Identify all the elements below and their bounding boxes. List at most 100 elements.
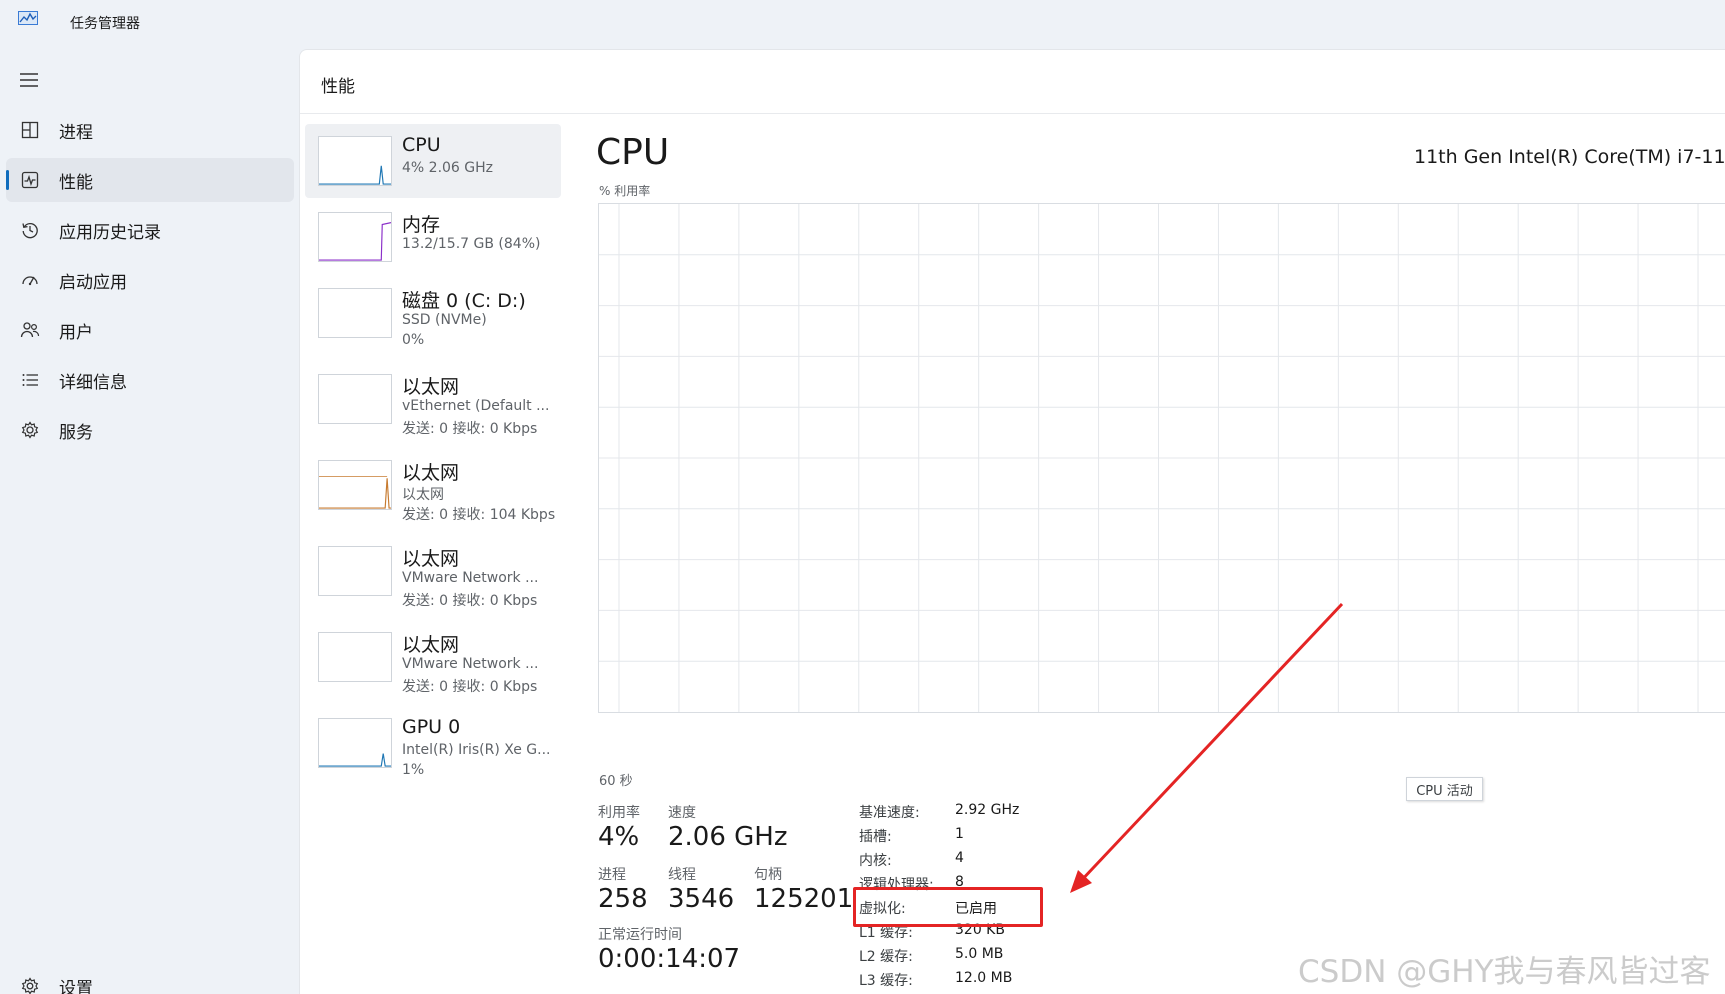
main-panel: 性能 CPU 4% 2.06 GHz 内存 13.2/15.7 GB (84%)… xyxy=(299,49,1725,994)
speed-label: 速度 xyxy=(668,805,696,821)
device-detail: 4% 2.06 GHz xyxy=(402,160,494,176)
device-name: GPU 0 xyxy=(402,716,461,738)
device-detail: vEthernet (Default ... xyxy=(402,398,550,414)
uptime-value: 0:00:14:07 xyxy=(598,944,741,974)
sidebar-item-label: 性能 xyxy=(59,172,93,193)
device-detail: Intel(R) Iris(R) Xe G... xyxy=(402,742,551,758)
device-detail: 13.2/15.7 GB (84%) xyxy=(402,236,541,252)
graph-grid xyxy=(599,204,1725,712)
csdn-watermark: CSDN @GHY我与春风皆过客 xyxy=(1298,954,1711,990)
device-detail: 0% xyxy=(402,332,425,348)
uptime-label: 正常运行时间 xyxy=(598,927,682,943)
device-detail: 以太网 xyxy=(402,487,444,503)
device-name: 以太网 xyxy=(402,548,460,570)
history-icon xyxy=(20,220,40,240)
device-thumbnail-graph xyxy=(318,136,392,186)
device-name: 以太网 xyxy=(402,634,460,656)
device-ethernet-main[interactable]: 以太网 以太网 发送: 0 接收: 104 Kbps xyxy=(305,448,561,523)
window-title: 任务管理器 xyxy=(70,16,140,32)
sidebar-item-label: 进程 xyxy=(59,122,93,143)
device-name: 以太网 xyxy=(402,462,460,484)
device-detail: 发送: 0 接收: 0 Kbps xyxy=(402,593,538,609)
spec-key-sockets: 插槽: xyxy=(859,829,892,845)
spec-key-l3-cache: L3 缓存: xyxy=(859,973,913,989)
sidebar-item-startup-apps[interactable]: 启动应用 xyxy=(6,258,294,302)
device-detail: SSD (NVMe) xyxy=(402,312,487,328)
device-name: 以太网 xyxy=(402,376,460,398)
spec-value-cores: 4 xyxy=(955,850,964,866)
task-manager-app-icon xyxy=(18,10,38,25)
spec-key-base-speed: 基准速度: xyxy=(859,805,920,821)
threads-label: 线程 xyxy=(668,867,696,883)
device-ethernet-vmware-1[interactable]: 以太网 VMware Network ... 发送: 0 接收: 0 Kbps xyxy=(305,534,561,609)
cpu-model-name: 11th Gen Intel(R) Core(TM) i7-11 xyxy=(1414,146,1725,168)
device-thumbnail-graph xyxy=(318,632,392,682)
sidebar-item-app-history[interactable]: 应用历史记录 xyxy=(6,208,294,252)
spec-value-sockets: 1 xyxy=(955,826,964,842)
device-gpu-0[interactable]: GPU 0 Intel(R) Iris(R) Xe G... 1% xyxy=(305,706,561,780)
device-detail: 发送: 0 接收: 0 Kbps xyxy=(402,421,538,437)
device-disk-0[interactable]: 磁盘 0 (C: D:) SSD (NVMe) 0% xyxy=(305,276,561,350)
active-indicator xyxy=(6,170,9,190)
utilization-label: 利用率 xyxy=(598,805,640,821)
sidebar-item-performance[interactable]: 性能 xyxy=(6,158,294,202)
sidebar-item-label: 服务 xyxy=(59,422,93,443)
virtualization-highlight-box xyxy=(853,887,1043,927)
sidebar-item-processes[interactable]: 进程 xyxy=(6,108,294,152)
startup-icon xyxy=(20,270,40,290)
device-ethernet-vethernet[interactable]: 以太网 vEthernet (Default ... 发送: 0 接收: 0 K… xyxy=(305,362,561,437)
sidebar-item-label: 启动应用 xyxy=(59,272,127,293)
device-cpu[interactable]: CPU 4% 2.06 GHz xyxy=(305,124,561,198)
spec-key-l2-cache: L2 缓存: xyxy=(859,949,913,965)
sidebar-item-label: 详细信息 xyxy=(59,372,127,393)
utilization-value: 4% xyxy=(598,822,640,852)
device-thumbnail-graph xyxy=(318,460,392,510)
device-thumbnail-graph xyxy=(318,546,392,596)
utilization-axis-label: % 利用率 xyxy=(599,184,651,198)
page-header: 性能 xyxy=(300,50,1725,114)
sidebar: 进程 性能 应用历史记录 启动应用 用户 详细信息 服务 设置 xyxy=(0,46,299,994)
sidebar-item-label: 用户 xyxy=(59,322,93,343)
device-name: CPU xyxy=(402,134,441,156)
sidebar-item-settings[interactable]: 设置 xyxy=(6,964,294,994)
hamburger-icon xyxy=(20,73,38,87)
device-detail: VMware Network ... xyxy=(402,656,539,672)
spec-key-cores: 内核: xyxy=(859,853,892,869)
device-thumbnail-graph xyxy=(318,718,392,768)
speed-value: 2.06 GHz xyxy=(668,822,788,852)
sidebar-item-services[interactable]: 服务 xyxy=(6,408,294,452)
device-name: 内存 xyxy=(402,214,441,236)
title-bar: 任务管理器 xyxy=(0,0,1725,46)
spec-value-l3-cache: 12.0 MB xyxy=(955,970,1013,986)
device-detail: 发送: 0 接收: 0 Kbps xyxy=(402,679,538,695)
device-name: 磁盘 0 (C: D:) xyxy=(402,290,526,312)
settings-gear-icon xyxy=(20,976,40,994)
handles-value: 125201 xyxy=(754,884,854,914)
details-icon xyxy=(20,370,40,390)
handles-label: 句柄 xyxy=(754,867,782,883)
device-thumbnail-graph xyxy=(318,212,392,262)
device-detail: 发送: 0 接收: 104 Kbps xyxy=(402,507,556,523)
sidebar-item-users[interactable]: 用户 xyxy=(6,308,294,352)
device-memory[interactable]: 内存 13.2/15.7 GB (84%) xyxy=(305,200,561,274)
device-detail: 1% xyxy=(402,762,425,778)
time-axis-label: 60 秒 xyxy=(599,774,633,789)
device-thumbnail-graph xyxy=(318,374,392,424)
cpu-activity-tooltip: CPU 活动 xyxy=(1406,777,1483,801)
device-thumbnail-graph xyxy=(318,288,392,338)
spec-value-base-speed: 2.92 GHz xyxy=(955,802,1020,818)
device-ethernet-vmware-2[interactable]: 以太网 VMware Network ... 发送: 0 接收: 0 Kbps xyxy=(305,620,561,695)
processes-icon xyxy=(20,120,40,140)
cpu-utilization-graph xyxy=(598,203,1725,713)
threads-value: 3546 xyxy=(668,884,735,914)
users-icon xyxy=(20,320,40,340)
spec-value-l2-cache: 5.0 MB xyxy=(955,946,1004,962)
processes-value: 258 xyxy=(598,884,648,914)
processes-label: 进程 xyxy=(598,867,626,883)
sidebar-item-details[interactable]: 详细信息 xyxy=(6,358,294,402)
hamburger-menu-button[interactable] xyxy=(18,70,40,90)
device-detail: VMware Network ... xyxy=(402,570,539,586)
page-title: 性能 xyxy=(321,77,355,97)
performance-icon xyxy=(20,170,40,190)
sidebar-item-label: 设置 xyxy=(59,978,93,994)
